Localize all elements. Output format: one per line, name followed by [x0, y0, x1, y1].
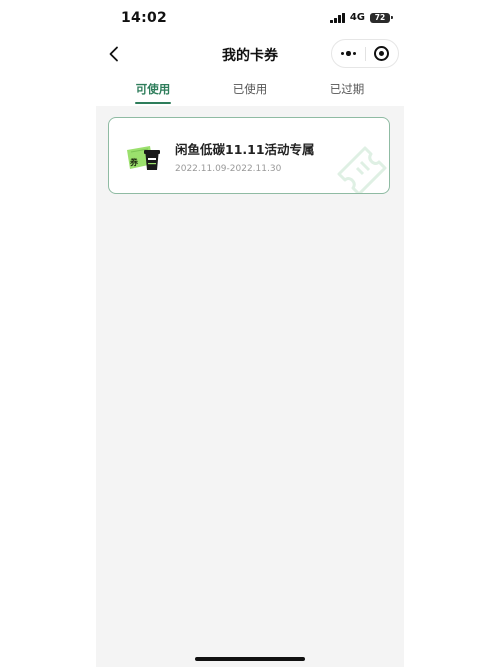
- tab-expired[interactable]: 已过期: [307, 81, 387, 97]
- coupon-title: 闲鱼低碳11.11活动专属: [175, 142, 315, 157]
- mini-program-capsule: [331, 39, 399, 68]
- tab-available[interactable]: 可使用: [113, 81, 193, 97]
- coupon-tabs: 可使用 已使用 已过期: [0, 72, 500, 106]
- screen: 14:02 4G 72 我的卡券 可使用 已使用 已过期 券 闲鱼低碳11.11…: [0, 0, 500, 667]
- coupon-list: 券 闲鱼低碳11.11活动专属 2022.11.09-2022.11.30: [96, 106, 404, 667]
- network-label: 4G: [349, 12, 365, 23]
- coupon-validity: 2022.11.09-2022.11.30: [175, 164, 282, 174]
- home-indicator: [195, 657, 305, 661]
- battery-icon: 72: [370, 12, 393, 23]
- active-tab-indicator: [135, 102, 171, 104]
- target-close-icon: [374, 46, 390, 61]
- tab-used[interactable]: 已使用: [210, 81, 290, 97]
- status-indicators: 4G 72: [330, 12, 393, 23]
- coupon-watermark-icon: [337, 146, 387, 193]
- coupon-badge: 券: [129, 157, 139, 167]
- page-title: 我的卡券: [222, 48, 278, 64]
- status-bar: 14:02 4G 72: [0, 0, 500, 36]
- coupon-card[interactable]: 券 闲鱼低碳11.11活动专属 2022.11.09-2022.11.30: [108, 117, 390, 194]
- signal-icon: [330, 12, 345, 23]
- close-button[interactable]: [365, 40, 398, 67]
- battery-level: 72: [374, 12, 386, 22]
- more-dots-icon: [341, 52, 344, 55]
- nav-bar: 我的卡券: [0, 36, 500, 72]
- coupon-cup-icon: 券: [127, 146, 160, 170]
- status-time: 14:02: [121, 10, 168, 26]
- more-button[interactable]: [332, 40, 365, 67]
